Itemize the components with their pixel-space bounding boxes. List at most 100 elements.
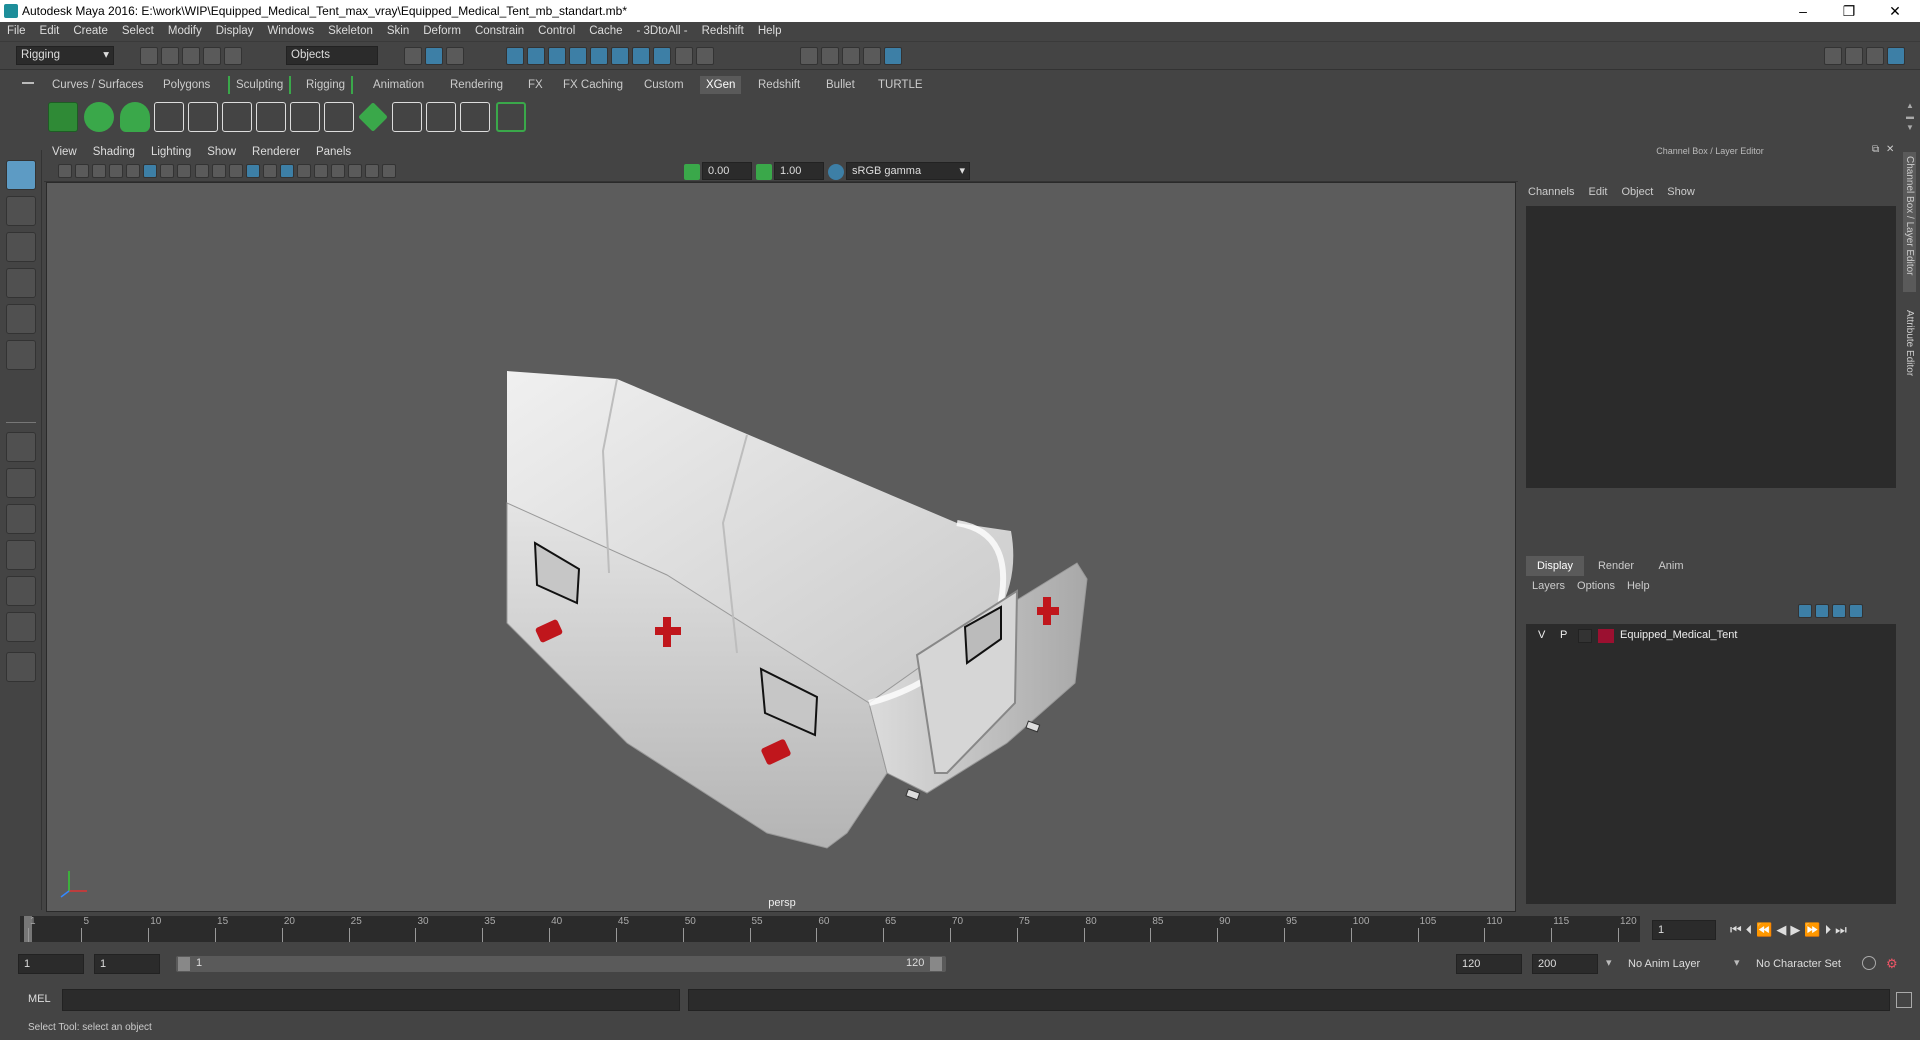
- cb-menu-object[interactable]: Object: [1621, 186, 1653, 198]
- xgen-editor-icon[interactable]: [48, 102, 78, 132]
- snap-grid-icon[interactable]: [506, 47, 524, 65]
- cb-menu-edit[interactable]: Edit: [1588, 186, 1607, 198]
- vp-menu-view[interactable]: View: [44, 144, 85, 158]
- history-icon[interactable]: [695, 47, 714, 65]
- tab-bullet[interactable]: Bullet: [820, 76, 861, 94]
- vp-menu-show[interactable]: Show: [199, 144, 244, 158]
- save-scene-icon[interactable]: [182, 47, 201, 65]
- redo-icon[interactable]: [224, 47, 243, 65]
- new-empty-layer-icon[interactable]: [1832, 604, 1847, 618]
- vp-menu-renderer[interactable]: Renderer: [244, 144, 308, 158]
- perspective-viewport[interactable]: persp: [46, 182, 1516, 912]
- component-mode-icon[interactable]: [446, 47, 465, 65]
- menu-3dtoall[interactable]: - 3DtoAll -: [630, 22, 695, 37]
- render-frame-icon[interactable]: [821, 47, 840, 65]
- film-gate-icon[interactable]: [160, 164, 175, 178]
- safe-action-icon[interactable]: [211, 164, 226, 178]
- layer-playback-toggle[interactable]: P: [1560, 629, 1567, 641]
- tool-settings-icon[interactable]: [1866, 47, 1885, 65]
- ipr-render-icon[interactable]: [842, 47, 861, 65]
- cb-menu-channels[interactable]: Channels: [1528, 186, 1574, 198]
- new-layer-selected-icon[interactable]: [1849, 604, 1864, 618]
- xgen-add-guide-icon[interactable]: [188, 102, 218, 132]
- gate-mask-icon[interactable]: [194, 164, 209, 178]
- minimize-button[interactable]: –: [1780, 0, 1826, 22]
- textured-icon[interactable]: [279, 164, 294, 178]
- side-tab-attribute-editor[interactable]: Attribute Editor: [1903, 306, 1916, 380]
- symmetry-icon[interactable]: [653, 47, 672, 65]
- colorspace-dropdown[interactable]: sRGB gamma ▾: [846, 162, 970, 180]
- manipulator-icon[interactable]: [1844, 162, 1858, 176]
- four-pane-layout-icon[interactable]: [6, 468, 36, 498]
- go-to-start-icon[interactable]: ⏮: [1730, 922, 1746, 937]
- wireframe-icon[interactable]: [143, 164, 158, 178]
- step-back-icon[interactable]: ⏴: [1746, 922, 1757, 937]
- isolate-select-icon[interactable]: [365, 164, 380, 178]
- move-layer-down-icon[interactable]: [1815, 604, 1830, 618]
- attribute-editor-toggle-icon[interactable]: [1845, 47, 1864, 65]
- menu-skeleton[interactable]: Skeleton: [321, 22, 380, 37]
- menu-create[interactable]: Create: [66, 22, 115, 37]
- safe-title-icon[interactable]: [228, 164, 243, 178]
- anim-layer-dropdown[interactable]: No Anim Layer: [1624, 954, 1744, 974]
- outliner-persp-layout-icon[interactable]: [6, 576, 36, 606]
- color-management-icon[interactable]: [828, 164, 844, 180]
- menu-constrain[interactable]: Constrain: [468, 22, 531, 37]
- play-back-icon[interactable]: ◀: [1776, 922, 1790, 937]
- tab-display[interactable]: Display: [1526, 556, 1584, 576]
- tent-model[interactable]: [47, 183, 1516, 912]
- xgen-layer-icon[interactable]: [358, 102, 388, 132]
- xgen-groom-icon[interactable]: [392, 102, 422, 132]
- menu-file[interactable]: File: [0, 22, 33, 37]
- smooth-shade-icon[interactable]: [245, 164, 260, 178]
- xgen-hair-icon[interactable]: [324, 102, 354, 132]
- xray-icon[interactable]: [382, 164, 397, 178]
- step-back-key-icon[interactable]: ⏪: [1756, 922, 1776, 937]
- mel-label[interactable]: MEL: [28, 993, 51, 1005]
- float-panel-icon[interactable]: ⧉: [1872, 144, 1879, 155]
- modeling-toolkit-icon[interactable]: [1824, 47, 1842, 65]
- end-time-field[interactable]: 200: [1532, 954, 1598, 974]
- step-forward-icon[interactable]: ⏵: [1825, 922, 1836, 937]
- vp-menu-lighting[interactable]: Lighting: [143, 144, 199, 158]
- ambient-occlusion-icon[interactable]: [331, 164, 345, 178]
- menu-windows[interactable]: Windows: [260, 22, 321, 37]
- snap-live-icon[interactable]: [611, 47, 630, 65]
- xgen-preview-icon[interactable]: [84, 102, 114, 132]
- tab-curves-surfaces[interactable]: Curves / Surfaces: [46, 76, 149, 94]
- select-mode-dropdown[interactable]: Objects: [286, 46, 378, 65]
- tab-xgen[interactable]: XGen: [700, 76, 742, 94]
- tab-rigging[interactable]: Rigging: [300, 76, 353, 94]
- menu-deform[interactable]: Deform: [416, 22, 468, 37]
- menu-select[interactable]: Select: [115, 22, 161, 37]
- tab-polygons[interactable]: Polygons: [157, 76, 216, 94]
- animation-prefs-icon[interactable]: ⚙: [1886, 956, 1902, 972]
- xgen-interactive-groom-icon[interactable]: [426, 102, 456, 132]
- snap-curve-icon[interactable]: [527, 47, 546, 65]
- open-scene-icon[interactable]: [161, 47, 180, 65]
- restore-button[interactable]: ❐: [1826, 0, 1872, 22]
- lasso-tool-icon[interactable]: [6, 196, 36, 226]
- tab-rendering[interactable]: Rendering: [444, 76, 509, 94]
- side-tab-channel-box[interactable]: Channel Box / Layer Editor: [1903, 152, 1916, 292]
- hierarchy-mode-icon[interactable]: [404, 47, 422, 65]
- rotate-tool-icon[interactable]: [6, 304, 36, 334]
- script-editor-icon[interactable]: [1896, 992, 1912, 1008]
- menu-cache[interactable]: Cache: [582, 22, 629, 37]
- use-lights-icon[interactable]: [296, 164, 311, 178]
- lock-icon[interactable]: [674, 47, 693, 65]
- undo-icon[interactable]: [203, 47, 222, 65]
- vp-menu-panels[interactable]: Panels: [308, 144, 359, 158]
- gamma-field[interactable]: 1.00: [774, 162, 824, 180]
- xgen-place-guide-icon[interactable]: [222, 102, 252, 132]
- le-menu-options[interactable]: Options: [1577, 580, 1615, 592]
- vp-menu-shading[interactable]: Shading: [85, 144, 143, 158]
- move-tool-icon[interactable]: [6, 268, 36, 298]
- tab-redshift[interactable]: Redshift: [752, 76, 806, 94]
- menu-control[interactable]: Control: [531, 22, 582, 37]
- menuset-dropdown[interactable]: Rigging ▾: [16, 46, 114, 65]
- render-view-icon[interactable]: [800, 47, 818, 65]
- xgen-sculpt-guide-icon[interactable]: [256, 102, 286, 132]
- tab-render[interactable]: Render: [1588, 556, 1644, 576]
- tab-fx-caching[interactable]: FX Caching: [557, 76, 629, 94]
